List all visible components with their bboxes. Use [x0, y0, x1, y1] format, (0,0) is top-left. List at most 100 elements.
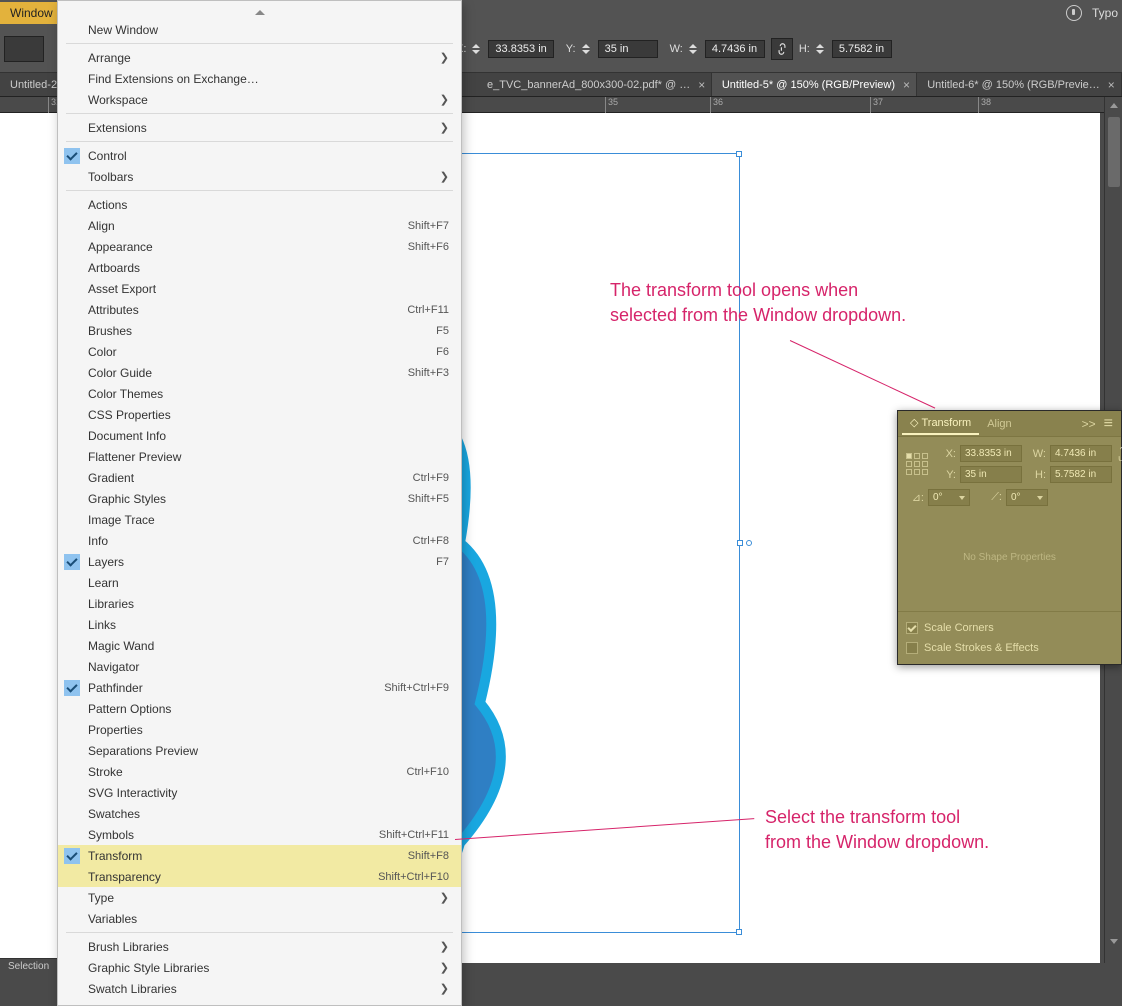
ctrl-w-stepper[interactable]	[689, 39, 703, 59]
check-icon	[64, 148, 80, 164]
ruler-tick: 37	[870, 97, 883, 113]
close-icon[interactable]: ×	[698, 78, 705, 92]
search-type-label[interactable]: Typo	[1092, 6, 1118, 20]
menu-item-links[interactable]: Links	[58, 614, 461, 635]
menu-item-appearance[interactable]: AppearanceShift+F6	[58, 236, 461, 257]
panel-shear-label: ⟋:	[984, 491, 1002, 504]
menu-item-navigator[interactable]: Navigator	[58, 656, 461, 677]
link-wh-icon[interactable]	[1115, 447, 1122, 461]
menu-item-svg-interactivity[interactable]: SVG Interactivity	[58, 782, 461, 803]
menu-item-document-info[interactable]: Document Info	[58, 425, 461, 446]
menu-item-graphic-style-libraries[interactable]: Graphic Style Libraries❯	[58, 957, 461, 978]
panel-y-value[interactable]: 35 in	[960, 466, 1022, 483]
panel-shear-value[interactable]: 0°	[1006, 489, 1048, 506]
panel-h-label: H:	[1028, 469, 1046, 481]
menu-item-magic-wand[interactable]: Magic Wand	[58, 635, 461, 656]
ctrl-y-value[interactable]: 35 in	[598, 40, 658, 58]
menu-item-brushes[interactable]: BrushesF5	[58, 320, 461, 341]
menu-item-stroke[interactable]: StrokeCtrl+F10	[58, 761, 461, 782]
ctrl-y-label: Y:	[566, 43, 576, 55]
help-tips-icon[interactable]	[1066, 5, 1082, 21]
menu-item-graphic-styles[interactable]: Graphic StylesShift+F5	[58, 488, 461, 509]
panel-w-value[interactable]: 4.7436 in	[1050, 445, 1112, 462]
menu-item-variables[interactable]: Variables	[58, 908, 461, 929]
ctrl-y-stepper[interactable]	[582, 39, 596, 59]
submenu-caret-icon: ❯	[440, 93, 449, 106]
scroll-down-icon[interactable]	[1105, 933, 1122, 949]
panel-menu-icon[interactable]: ≡	[1100, 415, 1117, 433]
menu-item-attributes[interactable]: AttributesCtrl+F11	[58, 299, 461, 320]
menu-item-image-trace[interactable]: Image Trace	[58, 509, 461, 530]
menu-item-transform[interactable]: TransformShift+F8	[58, 845, 461, 866]
scroll-thumb[interactable]	[1108, 117, 1120, 187]
menu-item-gradient[interactable]: GradientCtrl+F9	[58, 467, 461, 488]
doc-tab[interactable]: Untitled-6* @ 150% (RGB/Previe…×	[917, 73, 1122, 96]
scale-strokes-checkbox[interactable]: Scale Strokes & Effects	[906, 638, 1113, 658]
panel-angle-value[interactable]: 0°	[928, 489, 970, 506]
menu-item-swatch-libraries[interactable]: Swatch Libraries❯	[58, 978, 461, 999]
submenu-caret-icon: ❯	[440, 51, 449, 64]
resize-handle[interactable]	[746, 540, 752, 546]
menu-item-new-window[interactable]: New Window	[58, 19, 461, 40]
menu-item-artboards[interactable]: Artboards	[58, 257, 461, 278]
ctrl-x-stepper[interactable]	[472, 39, 486, 59]
close-icon[interactable]: ×	[903, 78, 910, 92]
menu-item-flattener-preview[interactable]: Flattener Preview	[58, 446, 461, 467]
close-icon[interactable]: ×	[1108, 78, 1115, 92]
annotation-bottom: Select the transform tool from the Windo…	[765, 805, 989, 855]
menu-item-libraries[interactable]: Libraries	[58, 593, 461, 614]
menu-item-pathfinder[interactable]: PathfinderShift+Ctrl+F9	[58, 677, 461, 698]
ctrl-h-stepper[interactable]	[816, 39, 830, 59]
panel-x-value[interactable]: 33.8353 in	[960, 445, 1022, 462]
menu-item-color[interactable]: ColorF6	[58, 341, 461, 362]
menu-item-swatches[interactable]: Swatches	[58, 803, 461, 824]
menu-item-type[interactable]: Type❯	[58, 887, 461, 908]
menu-item-extensions[interactable]: Extensions❯	[58, 117, 461, 138]
menu-item-toolbars[interactable]: Toolbars❯	[58, 166, 461, 187]
menu-item-css-properties[interactable]: CSS Properties	[58, 404, 461, 425]
menu-item-layers[interactable]: LayersF7	[58, 551, 461, 572]
link-wh-icon[interactable]	[771, 38, 793, 60]
menu-item-properties[interactable]: Properties	[58, 719, 461, 740]
menu-item-brush-libraries[interactable]: Brush Libraries❯	[58, 936, 461, 957]
menu-item-separations-preview[interactable]: Separations Preview	[58, 740, 461, 761]
menu-item-learn[interactable]: Learn	[58, 572, 461, 593]
resize-handle[interactable]	[737, 540, 743, 546]
ctrl-w-value[interactable]: 4.7436 in	[705, 40, 765, 58]
resize-handle[interactable]	[736, 151, 742, 157]
selection-swatch[interactable]	[4, 36, 44, 62]
scroll-up-icon[interactable]	[1105, 97, 1122, 113]
check-icon	[64, 554, 80, 570]
panel-h-value[interactable]: 5.7582 in	[1050, 466, 1112, 483]
doc-tab[interactable]: e_TVC_bannerAd_800x300-02.pdf* @ …×	[477, 73, 712, 96]
transform-panel[interactable]: ◇Transform Align >> ≡ X: 33.8353 in W: 4…	[897, 410, 1122, 665]
panel-tab-transform[interactable]: ◇Transform	[902, 412, 979, 435]
menu-item-pattern-options[interactable]: Pattern Options	[58, 698, 461, 719]
menu-item-asset-export[interactable]: Asset Export	[58, 278, 461, 299]
menu-item-actions[interactable]: Actions	[58, 194, 461, 215]
scale-corners-checkbox[interactable]: Scale Corners	[906, 618, 1113, 638]
menu-item-transparency[interactable]: TransparencyShift+Ctrl+F10	[58, 866, 461, 887]
checkbox-icon	[906, 642, 918, 654]
menu-item-workspace[interactable]: Workspace❯	[58, 89, 461, 110]
menu-item-find-extensions[interactable]: Find Extensions on Exchange…	[58, 68, 461, 89]
menu-scroll-up-icon[interactable]	[58, 5, 461, 19]
panel-collapse-icon[interactable]: >>	[1078, 417, 1100, 431]
menu-item-control[interactable]: Control	[58, 145, 461, 166]
menu-item-info[interactable]: InfoCtrl+F8	[58, 530, 461, 551]
menu-item-color-guide[interactable]: Color GuideShift+F3	[58, 362, 461, 383]
menu-item-symbols[interactable]: SymbolsShift+Ctrl+F11	[58, 824, 461, 845]
reference-point-grid[interactable]	[906, 453, 928, 475]
check-icon	[64, 680, 80, 696]
ctrl-h-value[interactable]: 5.7582 in	[832, 40, 892, 58]
submenu-caret-icon: ❯	[440, 940, 449, 953]
menu-item-align[interactable]: AlignShift+F7	[58, 215, 461, 236]
ctrl-x-value[interactable]: 33.8353 in	[488, 40, 553, 58]
ruler-tick: 35	[605, 97, 618, 113]
menu-window[interactable]: Window	[0, 2, 63, 24]
panel-tab-align[interactable]: Align	[979, 414, 1019, 434]
menu-item-color-themes[interactable]: Color Themes	[58, 383, 461, 404]
menu-item-arrange[interactable]: Arrange❯	[58, 47, 461, 68]
doc-tab[interactable]: Untitled-5* @ 150% (RGB/Preview)×	[712, 73, 917, 96]
resize-handle[interactable]	[736, 929, 742, 935]
